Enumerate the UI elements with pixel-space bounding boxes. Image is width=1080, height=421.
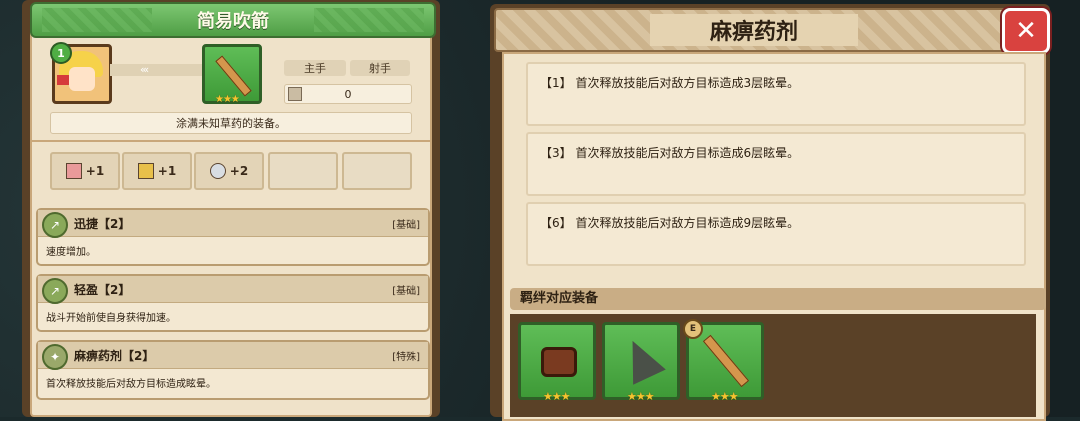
tag-archer: 射手 xyxy=(350,60,410,76)
equipment-slot-blowgun[interactable]: E ★★★ xyxy=(683,319,764,403)
close-button[interactable]: ✕ xyxy=(1002,8,1050,54)
skill-type: [基础] xyxy=(392,286,420,297)
bag-icon xyxy=(541,347,577,377)
skill-title: 轻盈【2】 xyxy=(74,283,131,297)
skill-card-paralysis[interactable]: ✦ 麻痹药剂【2】 [特殊] 首次释放技能后对敌方目标造成眩晕。 xyxy=(36,340,430,400)
skill-card-light[interactable]: ↗ 轻盈【2】 [基础] 战斗开始前使自身获得加速。 xyxy=(36,274,430,332)
arrowhead-icon xyxy=(616,333,666,385)
divider xyxy=(30,140,432,142)
title-stripe-left xyxy=(42,8,152,32)
hero-level-badge: 1 xyxy=(50,42,72,64)
skill-icon: ↗ xyxy=(42,278,68,304)
bond-equipment-header: 羁绊对应装备 xyxy=(510,288,1046,310)
stat-silver: +2 xyxy=(194,152,264,190)
skill-icon: ↗ xyxy=(42,212,68,238)
title-stripe-right xyxy=(314,8,424,32)
equipment-slot-bag[interactable]: ★★★ xyxy=(518,322,596,403)
bond-level-1: 【1】 首次释放技能后对敌方目标造成3层眩晕。 xyxy=(526,62,1026,126)
stat-gold: +1 xyxy=(122,152,192,190)
stat-empty-slot xyxy=(268,152,338,190)
tag-main-hand: 主手 xyxy=(284,60,346,76)
skill-title: 麻痹药剂【2】 xyxy=(74,349,155,363)
equipment-stars: ★★★ xyxy=(627,390,655,403)
bond-detail-panel: 麻痹药剂 ✕ 【1】 首次释放技能后对敌方目标造成3层眩晕。 【3】 首次释放技… xyxy=(490,4,1050,421)
skill-desc: 速度增加。 xyxy=(46,247,96,258)
item-title: 简易吹箭 xyxy=(197,11,269,32)
item-detail-panel: 简易吹箭 1 ‹‹‹ ★★★ 主手 射手 0 涂满未知草药的装备。 +1 +1 … xyxy=(22,0,440,417)
close-icon: ✕ xyxy=(1015,16,1037,46)
equipment-stars: ★★★ xyxy=(543,390,571,403)
equipment-slot-arrowhead[interactable]: ★★★ xyxy=(602,322,680,403)
stat-square-icon xyxy=(288,87,302,101)
bond-body: 【1】 首次释放技能后对敌方目标造成3层眩晕。 【3】 首次释放技能后对敌方目标… xyxy=(502,52,1046,421)
silver-gem-icon xyxy=(209,163,226,179)
gold-gem-icon xyxy=(137,163,154,179)
skill-card-swift[interactable]: ↗ 迅捷【2】 [基础] 速度增加。 xyxy=(36,208,430,266)
skill-desc: 首次释放技能后对敌方目标造成眩晕。 xyxy=(46,379,216,390)
potion-skill-icon: ✦ xyxy=(42,344,68,370)
item-title-bar: 简易吹箭 xyxy=(30,2,436,38)
bond-level-3: 【3】 首次释放技能后对敌方目标造成6层眩晕。 xyxy=(526,132,1026,196)
bond-level-6: 【6】 首次释放技能后对敌方目标造成9层眩晕。 xyxy=(526,202,1026,266)
stat-value: 0 xyxy=(284,84,412,104)
stat-empty-slot xyxy=(342,152,412,190)
bond-title: 麻痹药剂 xyxy=(649,14,858,46)
skill-desc: 战斗开始前使自身获得加速。 xyxy=(46,313,176,324)
equipment-stars: ★★★ xyxy=(711,390,739,403)
skill-type: [特殊] xyxy=(392,352,420,363)
blowgun-icon xyxy=(702,334,750,388)
item-icon-blowgun[interactable]: ★★★ xyxy=(202,44,262,105)
stat-pink: +1 xyxy=(50,152,120,190)
skill-title: 迅捷【2】 xyxy=(74,217,131,231)
pink-gem-icon xyxy=(65,163,82,179)
equipped-badge: E xyxy=(683,319,703,339)
skill-type: [基础] xyxy=(392,220,420,231)
transfer-arrows-icon: ‹‹‹ xyxy=(110,64,210,76)
item-stars: ★★★ xyxy=(215,94,240,105)
bond-title-bar: 麻痹药剂 xyxy=(494,8,1014,52)
item-description: 涂满未知草药的装备。 xyxy=(50,112,412,134)
